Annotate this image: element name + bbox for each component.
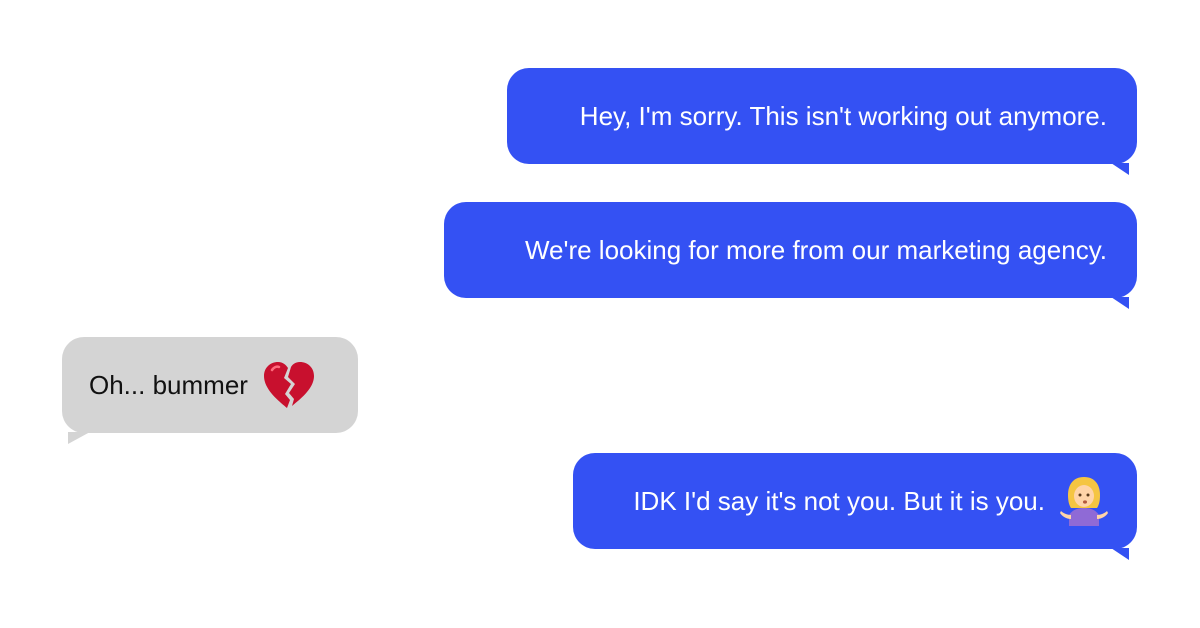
bubble-tail — [1111, 297, 1129, 309]
bubble-tail — [1111, 163, 1129, 175]
message-text: IDK I'd say it's not you. But it is you. — [633, 485, 1045, 516]
message-text: We're looking for more from our marketin… — [524, 234, 1107, 265]
sent-message-bubble: IDK I'd say it's not you. But it is you. — [573, 453, 1137, 560]
sent-message-bubble: We're looking for more from our marketin… — [444, 202, 1137, 309]
received-message-bubble: Oh... bummer — [62, 337, 358, 444]
message-text: Hey, I'm sorry. This isn't working out a… — [579, 100, 1107, 131]
sent-message-bubble: Hey, I'm sorry. This isn't working out a… — [507, 68, 1137, 175]
bubble-tail — [1111, 548, 1129, 560]
message-text: Oh... bummer — [89, 369, 248, 400]
person-shrugging-icon — [1059, 475, 1109, 527]
broken-heart-icon — [262, 360, 316, 410]
bubble-tail — [68, 432, 90, 444]
